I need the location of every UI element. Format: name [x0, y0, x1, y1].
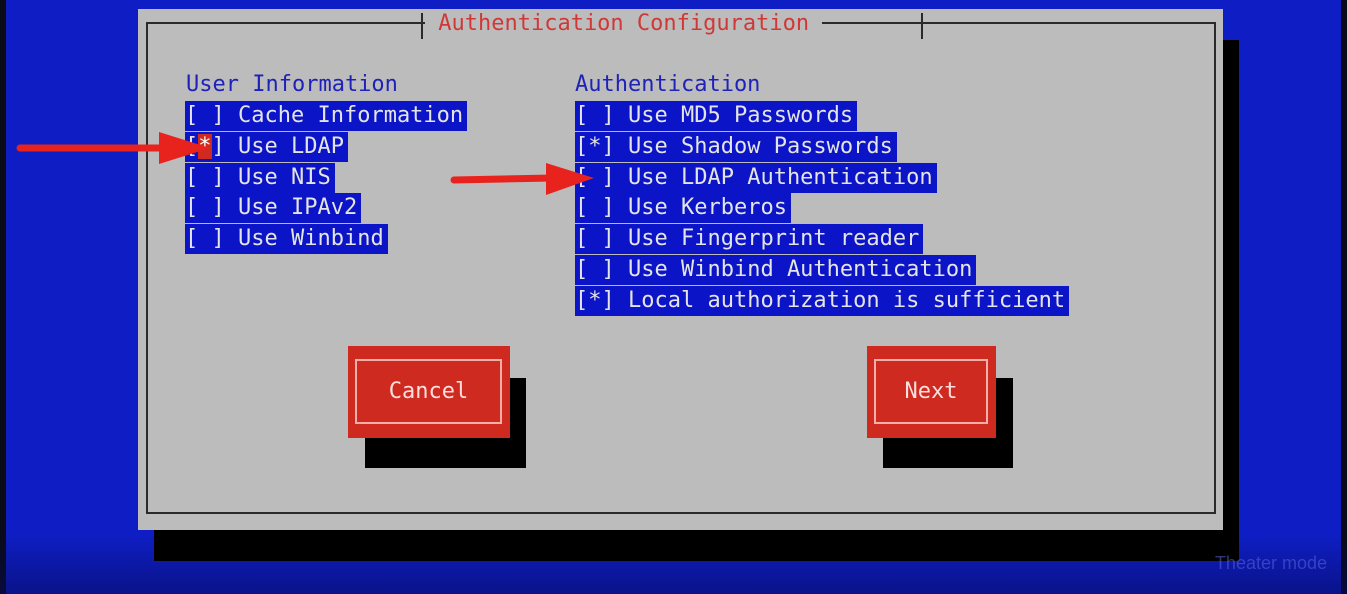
checkbox-indicator[interactable]: [ ] [575, 226, 615, 251]
cancel-button-label: Cancel [355, 359, 502, 424]
checkbox-label: Cache Information [238, 103, 464, 128]
user-info-checkbox-row[interactable]: [ ] Cache Information [185, 101, 468, 132]
checkbox-spacer [225, 103, 238, 128]
user-info-checkbox-row[interactable]: [ ] Use Winbind [185, 224, 467, 255]
checkbox-spacer [225, 134, 238, 159]
checkbox-label: Use LDAP [238, 133, 344, 159]
authentication-checkbox-row[interactable]: [ ] Use MD5 Passwords [575, 101, 1069, 132]
checkbox-indicator[interactable]: [ ] [575, 257, 615, 282]
user-info-checkbox-row[interactable]: [ ] Use NIS [185, 162, 467, 194]
authentication-list: [ ] Use MD5 Passwords [*] Use Shadow Pass… [575, 101, 1070, 317]
authentication-checkbox-row[interactable]: [ ] Use Kerberos [575, 193, 1069, 224]
user-info-checkbox-row[interactable]: [*] Use LDAP [185, 131, 467, 163]
authentication-checkbox-row[interactable]: [ ] Use Fingerprint reader [575, 224, 1069, 255]
title-divider-right [921, 13, 923, 39]
checkbox-spacer [615, 165, 628, 190]
screen-edge-right [1341, 0, 1347, 594]
user-information-list: [ ] Cache Information[*] Use LDAP[ ] Use… [185, 101, 468, 255]
title-divider-left [421, 13, 423, 39]
checkbox-indicator[interactable]: [ ] [185, 165, 225, 190]
checkbox-label: Use Kerberos [628, 195, 787, 221]
checkbox-indicator[interactable]: [ ] [575, 103, 615, 128]
red-arrow-icon [16, 132, 210, 164]
user-info-checkbox-row[interactable]: [ ] Use IPAv2 [185, 193, 467, 224]
checkbox-spacer [225, 195, 238, 220]
checkbox-spacer [615, 288, 628, 313]
checkbox-highlight: [ ] Use Winbind [185, 224, 388, 255]
authentication-heading: Authentication [575, 72, 761, 97]
checkbox-highlight: [ ] Use Fingerprint reader [575, 224, 924, 255]
authentication-checkbox-row[interactable]: [*] Use Shadow Passwords [575, 131, 1069, 163]
checkbox-highlight: [ ] Use MD5 Passwords [575, 101, 858, 131]
next-button[interactable]: Next [867, 346, 996, 438]
checkbox-highlight: [ ] Use LDAP Authentication [575, 162, 937, 193]
checkbox-spacer [615, 103, 628, 128]
next-button-label: Next [874, 359, 988, 424]
checkbox-indicator[interactable]: [ ] [185, 103, 225, 128]
checkbox-spacer [615, 195, 628, 220]
checkbox-indicator[interactable]: [*] [575, 288, 615, 313]
checkbox-label: Use Fingerprint reader [628, 226, 920, 252]
checkbox-highlight: [*] Use Shadow Passwords [575, 131, 897, 162]
checkbox-highlight: [*] Local authorization is sufficient [575, 285, 1070, 316]
checkbox-highlight: [ ] Use Winbind Authentication [575, 254, 977, 285]
dialog-title: Authentication Configuration [425, 9, 823, 41]
checkbox-label: Use NIS [238, 164, 331, 190]
checkbox-label: Use Shadow Passwords [628, 133, 893, 159]
checkbox-indicator[interactable]: [ ] [185, 226, 225, 251]
checkbox-indicator[interactable]: [*] [575, 134, 615, 159]
checkbox-indicator[interactable]: [ ] [185, 195, 225, 220]
cancel-button[interactable]: Cancel [348, 346, 510, 438]
checkbox-spacer [225, 226, 238, 251]
authentication-dialog: Authentication Configuration User Inform… [138, 9, 1223, 530]
checkbox-label: Use IPAv2 [238, 195, 358, 221]
checkbox-highlight: [ ] Cache Information [185, 101, 468, 131]
checkbox-label: Use Winbind Authentication [628, 256, 973, 282]
red-arrow-icon [450, 163, 594, 195]
checkbox-spacer [615, 226, 628, 251]
checkbox-spacer [615, 134, 628, 159]
screen-edge-left [0, 0, 6, 594]
authentication-checkbox-row[interactable]: [ ] Use LDAP Authentication [575, 162, 1069, 194]
checkbox-highlight: [ ] Use IPAv2 [185, 193, 362, 224]
user-information-heading: User Information [186, 72, 398, 97]
checkbox-label: Use LDAP Authentication [628, 164, 933, 190]
theater-mode-hint: Theater mode [1214, 553, 1327, 573]
authentication-checkbox-row[interactable]: [*] Local authorization is sufficient [575, 285, 1070, 317]
checkbox-highlight: [ ] Use Kerberos [575, 193, 791, 224]
checkbox-spacer [225, 165, 238, 190]
checkbox-label: Local authorization is sufficient [628, 287, 1066, 313]
authentication-checkbox-row[interactable]: [ ] Use Winbind Authentication [575, 254, 1069, 286]
checkbox-spacer [615, 257, 628, 282]
checkbox-label: Use Winbind [238, 226, 384, 252]
checkbox-label: Use MD5 Passwords [628, 103, 854, 128]
